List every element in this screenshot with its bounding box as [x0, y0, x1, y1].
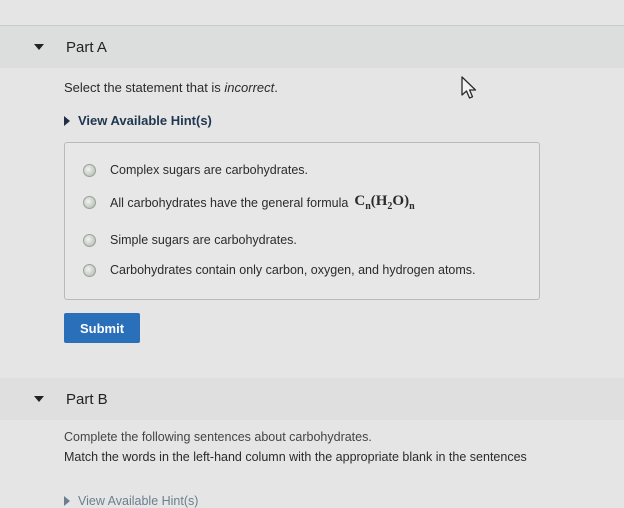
choice-label: Simple sugars are carbohydrates. — [110, 233, 297, 247]
choice-label: Carbohydrates contain only carbon, oxyge… — [110, 263, 476, 277]
prompt-end: . — [274, 80, 278, 95]
part-b-instruction: Complete the following sentences about c… — [64, 430, 372, 444]
part-b-view-hints-label: View Available Hint(s) — [78, 494, 199, 508]
caret-down-icon[interactable] — [34, 44, 44, 50]
prompt-text: Select the statement that is — [64, 80, 225, 95]
part-b-header[interactable]: Part B — [0, 378, 624, 420]
part-b-title: Part B — [66, 390, 108, 408]
choice-4[interactable]: Carbohydrates contain only carbon, oxyge… — [83, 263, 476, 277]
radio-button[interactable] — [83, 233, 96, 247]
choice-label: All carbohydrates have the general formu… — [110, 195, 349, 210]
radio-button[interactable] — [83, 196, 96, 209]
radio-button[interactable] — [83, 263, 96, 277]
part-b-view-hints-link[interactable]: View Available Hint(s) — [64, 494, 198, 508]
prompt-emphasis: incorrect — [224, 80, 275, 95]
view-hints-label: View Available Hint(s) — [78, 113, 212, 128]
triangle-right-icon — [64, 115, 70, 126]
question-prompt: Select the statement that is incorrect. — [64, 80, 278, 95]
chemical-formula: Cn(H2O)n — [354, 193, 415, 212]
part-a-title: Part A — [66, 38, 107, 56]
choice-3[interactable]: Simple sugars are carbohydrates. — [83, 233, 297, 247]
part-a-header[interactable]: Part A — [0, 25, 624, 68]
choice-label: Complex sugars are carbohydrates. — [110, 163, 309, 177]
choice-1[interactable]: Complex sugars are carbohydrates. — [83, 163, 308, 177]
answer-choices-box: Complex sugars are carbohydrates. All ca… — [64, 142, 540, 300]
submit-button[interactable]: Submit — [64, 313, 140, 343]
radio-button[interactable] — [83, 163, 96, 177]
caret-down-icon[interactable] — [34, 396, 44, 402]
choice-2[interactable]: All carbohydrates have the general formu… — [83, 193, 415, 212]
part-b-directions: Match the words in the left-hand column … — [64, 450, 527, 464]
view-hints-link[interactable]: View Available Hint(s) — [64, 113, 212, 128]
mouse-pointer-icon — [461, 76, 477, 99]
